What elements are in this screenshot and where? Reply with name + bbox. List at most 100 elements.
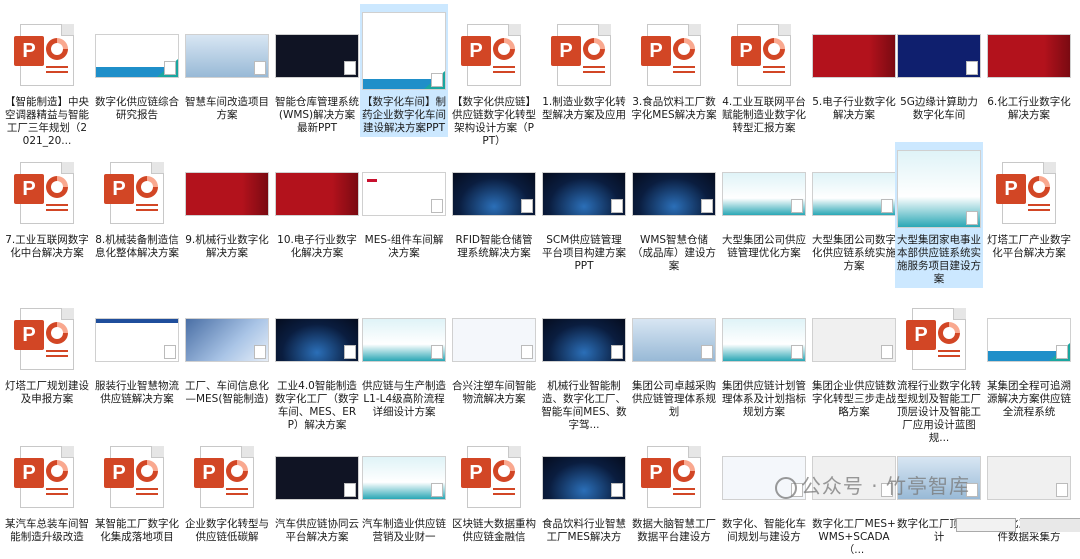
file-item[interactable]: 汽车供应链协同云平台解决方案 (273, 426, 361, 546)
file-item[interactable]: RFID智能仓储管理系统解决方案 (450, 142, 538, 262)
file-thumbnail (275, 6, 359, 96)
file-thumbnail (722, 144, 806, 234)
file-name: 数字化工厂MES+WMS+SCADA（... (812, 518, 896, 556)
file-item[interactable]: 集团供应链计划管理体系及计划指标规划方案 (720, 288, 808, 421)
document-icon (881, 345, 893, 359)
file-name: 工业4.0智能制造数字化工厂（数字车间、MES、ERP）解决方案 (275, 380, 359, 431)
document-icon (1056, 483, 1068, 497)
file-item[interactable]: 6.化工行业数字化解决方案 (985, 4, 1073, 124)
file-item[interactable]: 某集团全程可追溯源解决方案供应链全流程系统 (985, 288, 1073, 421)
file-thumbnail: P (5, 6, 89, 96)
file-name: 集团企业供应链数字化转型三步走战略方案 (812, 380, 896, 418)
slide-preview (275, 172, 359, 216)
file-item[interactable]: P 8.机械装备制造信息化整体解决方案 (93, 142, 181, 262)
powerpoint-file-icon: P (641, 24, 701, 86)
document-icon (431, 345, 443, 359)
file-item[interactable]: P 某智能工厂数字化化集成落地项目 (93, 426, 181, 546)
file-thumbnail (362, 144, 446, 234)
powerpoint-file-icon: P (104, 446, 164, 508)
file-thumbnail (452, 290, 536, 380)
document-icon (521, 199, 533, 213)
file-thumbnail (987, 290, 1071, 380)
file-name: 4.工业互联网平台赋能制造业数字化转型汇报方案 (722, 96, 806, 134)
file-thumbnail: P (95, 428, 179, 518)
file-item[interactable]: 5.电子行业数字化解决方案 (810, 4, 898, 124)
file-item[interactable]: P 【智能制造】中央空调器精益与智能工厂三年规划（2021_20... (3, 4, 91, 150)
file-item[interactable]: SCM供应链管理平台项目构建方案PPT (540, 142, 628, 275)
file-thumbnail (95, 290, 179, 380)
file-item[interactable]: P 灯塔工厂规划建设及申报方案 (3, 288, 91, 408)
file-item[interactable]: P 流程行业数字化转型规划及智能工厂顶层设计及智能工厂应用设计蓝图规... (895, 288, 983, 447)
file-item[interactable]: 集团企业供应链数字化转型三步走战略方案 (810, 288, 898, 421)
powerpoint-file-icon: P (551, 24, 611, 86)
document-icon (344, 199, 356, 213)
file-item[interactable]: 机械行业智能制造、数字化工厂、智能车间MES、数字驾... (540, 288, 628, 434)
file-item[interactable]: 大型集团家电事业本部供应链系统实施服务项目建设方案 (895, 142, 983, 288)
file-item[interactable]: P 7.工业互联网数字化中台解决方案 (3, 142, 91, 262)
file-item[interactable]: P 区块链大数据重构供应链金融信 (450, 426, 538, 546)
file-item[interactable]: 9.机械行业数字化解决方案 (183, 142, 271, 262)
horizontal-scrollbar[interactable] (1020, 518, 1080, 532)
file-item[interactable]: 工厂、车间信息化—MES(智能制造) (183, 288, 271, 408)
file-item[interactable]: P 4.工业互联网平台赋能制造业数字化转型汇报方案 (720, 4, 808, 137)
file-item[interactable]: 大型集团公司数字化供应链系统实施方案 (810, 142, 898, 275)
file-name: MES-组件车间解决方案 (364, 234, 444, 259)
file-item[interactable]: 智能仓库管理系统(WMS)解决方案最新PPT (273, 4, 361, 137)
file-item[interactable]: 合兴注塑车间智能物流解决方案 (450, 288, 538, 408)
file-name: 7.工业互联网数字化中台解决方案 (5, 234, 89, 259)
file-item[interactable]: 供应链与生产制造L1-L4级高阶流程详细设计方案 (360, 288, 448, 421)
document-icon (1056, 345, 1068, 359)
file-item[interactable]: 食品饮料行业智慧工厂MES解决方 (540, 426, 628, 546)
file-name: 智慧车间改造项目方案 (185, 96, 269, 121)
file-item[interactable]: P 【数字化供应链】供应链数字化转型架构设计方案（PPT） (450, 4, 538, 150)
file-thumbnail: P (722, 6, 806, 96)
file-name: 5G边缘计算助力数字化车间 (900, 96, 978, 121)
file-item[interactable]: 服装行业智慧物流供应链解决方案 (93, 288, 181, 408)
file-name: 8.机械装备制造信息化整体解决方案 (95, 234, 179, 259)
document-icon (344, 483, 356, 497)
file-item[interactable]: 智慧车间改造项目方案 (183, 4, 271, 124)
document-icon (611, 199, 623, 213)
file-name: SCM供应链管理平台项目构建方案PPT (542, 234, 626, 272)
document-icon (431, 199, 443, 213)
file-item[interactable]: MES-组件车间解决方案 (360, 142, 448, 262)
file-item[interactable]: 5G边缘计算助力数字化车间 (895, 4, 983, 124)
powerpoint-file-icon: P (14, 308, 74, 370)
file-item[interactable]: 大型集团公司供应链管理优化方案 (720, 142, 808, 262)
slide-preview (722, 172, 806, 216)
scrollbar-corner[interactable] (956, 518, 1016, 532)
slide-preview (95, 318, 179, 362)
document-icon (701, 345, 713, 359)
document-icon (791, 199, 803, 213)
file-thumbnail (542, 290, 626, 380)
file-item[interactable]: P 3.食品饮料工厂数字化MES解决方案 (630, 4, 718, 124)
file-item[interactable]: 10.电子行业数字化解决方案 (273, 142, 361, 262)
file-name: 灯塔工厂产业数字化平台解决方案 (987, 234, 1071, 259)
slide-preview (452, 172, 536, 216)
file-name: 大型集团公司供应链管理优化方案 (722, 234, 806, 259)
file-item[interactable]: P 某汽车总装车间智能制造升级改造 (3, 426, 91, 546)
slide-preview (542, 318, 626, 362)
file-name: 合兴注塑车间智能物流解决方案 (452, 380, 536, 405)
file-item[interactable]: P 1.制造业数字化转型解决方案及应用 (540, 4, 628, 124)
file-item[interactable]: 工业4.0智能制造数字化工厂（数字车间、MES、ERP）解决方案 (273, 288, 361, 434)
document-icon (254, 199, 266, 213)
file-item[interactable]: 数字化供应链综合研究报告 (93, 4, 181, 124)
file-name: 机械行业智能制造、数字化工厂、智能车间MES、数字驾... (541, 380, 627, 431)
file-item[interactable]: 汽车制造业供应链营销及业财一 (360, 426, 448, 546)
file-thumbnail: P (987, 144, 1071, 234)
file-item[interactable]: P 企业数字化转型与供应链低碳解 (183, 426, 271, 546)
file-grid: P 【智能制造】中央空调器精益与智能工厂三年规划（2021_20... 数字化供应链… (0, 0, 1080, 556)
file-thumbnail (362, 290, 446, 380)
file-item[interactable]: P 数据大脑智慧工厂数据平台建设方 (630, 426, 718, 546)
document-icon (611, 345, 623, 359)
file-thumbnail: P (897, 290, 981, 380)
document-icon (164, 61, 176, 75)
file-item[interactable]: 【数字化车间】制药企业数字化车间建设解决方案PPT (360, 4, 448, 137)
file-item[interactable]: 集团公司卓越采购供应链管理体系规划 (630, 288, 718, 421)
file-item[interactable]: WMS智慧仓储（成品库）建设方案 (630, 142, 718, 275)
file-thumbnail (987, 6, 1071, 96)
slide-preview (812, 318, 896, 362)
file-item[interactable]: P 灯塔工厂产业数字化平台解决方案 (985, 142, 1073, 262)
file-thumbnail: P (632, 428, 716, 518)
